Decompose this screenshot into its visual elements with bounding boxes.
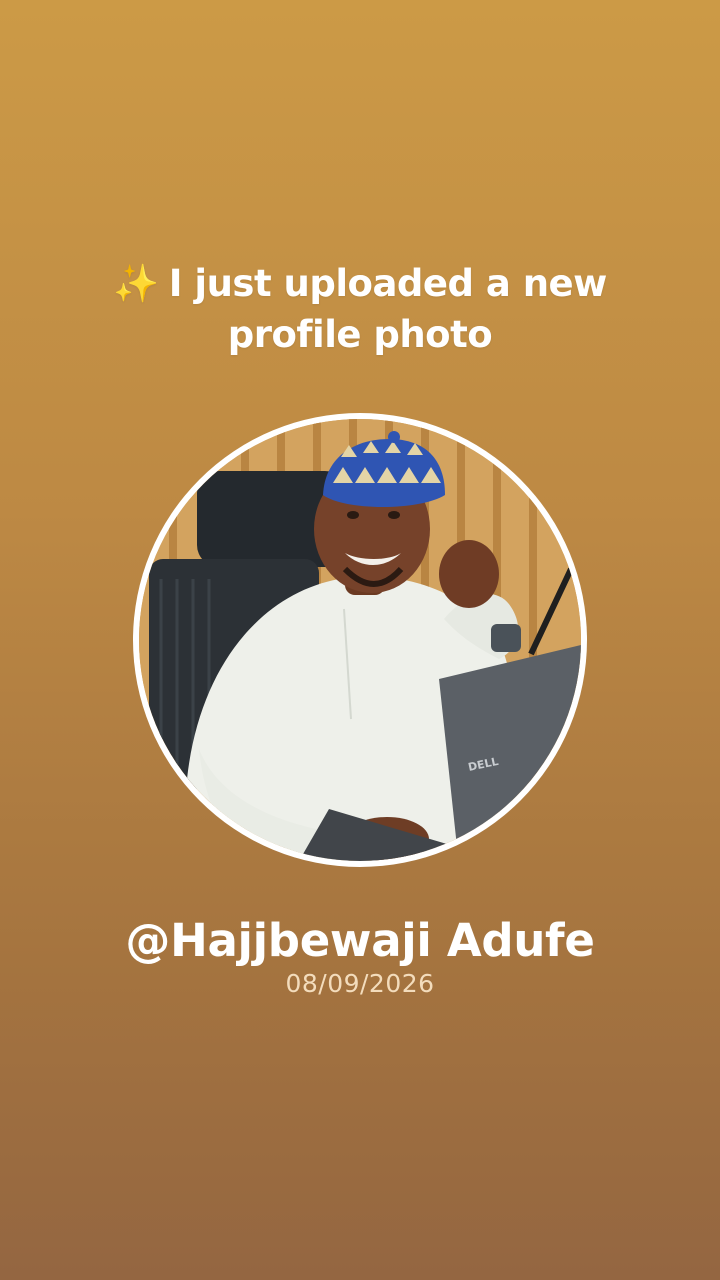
upload-announcement-text: I just uploaded a new profile photo xyxy=(168,262,608,356)
profile-photo: DELL xyxy=(139,419,581,861)
profile-handle[interactable]: @Hajjbewaji Adufe xyxy=(0,910,720,972)
profile-photo-frame[interactable]: DELL xyxy=(133,413,587,867)
sparkles-icon: ✨ xyxy=(113,262,159,305)
upload-date: 08/09/2026 xyxy=(285,969,435,998)
upload-announcement: ✨ I just uploaded a new profile photo xyxy=(60,258,660,360)
